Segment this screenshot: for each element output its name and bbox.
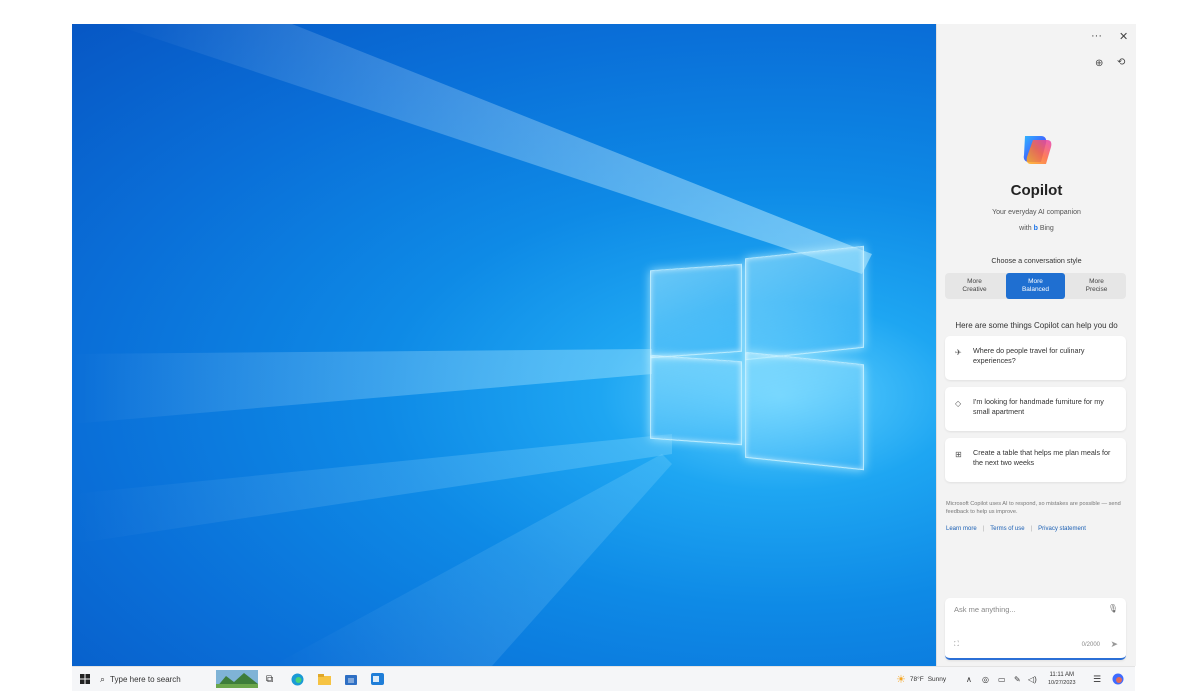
link-separator: | bbox=[982, 526, 985, 532]
terms-link[interactable]: Terms of use bbox=[990, 526, 1024, 532]
edge-logo bbox=[291, 673, 304, 685]
pen-icon[interactable]: ✎ bbox=[1014, 667, 1021, 691]
landscape-highlight-icon bbox=[216, 670, 258, 688]
help-heading: Here are some things Copilot can help yo… bbox=[955, 321, 1118, 330]
clock-date: 10/27/2023 bbox=[1048, 680, 1076, 686]
taskbar-search[interactable]: ⌕ Type here to search bbox=[100, 667, 210, 691]
sun-icon: ☀ bbox=[896, 673, 906, 686]
chevron-up-icon[interactable]: ∧ bbox=[966, 667, 972, 691]
volume-icon[interactable]: ◁) bbox=[1028, 667, 1037, 691]
table-icon: ⊞ bbox=[955, 450, 962, 459]
taskbar: ⌕ Type here to search ⧉ ☀ 78°F Sunny ∧ ◎… bbox=[72, 666, 1135, 691]
style-balanced-line2: Balanced bbox=[1021, 286, 1050, 293]
weather-temp: 78°F bbox=[909, 675, 924, 683]
suggestion-text: Where do people travel for culinary expe… bbox=[973, 346, 1085, 365]
copilot-logo-icon bbox=[1023, 136, 1052, 164]
suggestion-text: I'm looking for handmade furniture for m… bbox=[973, 397, 1104, 416]
style-balanced-button[interactable]: More Balanced bbox=[1006, 273, 1065, 299]
weather-widget[interactable]: ☀ 78°F Sunny bbox=[896, 667, 946, 691]
copilot-small-logo bbox=[1112, 673, 1124, 685]
chat-input-box[interactable]: Ask me anything... 🎙 ⛶ 0/2000 ➤ bbox=[945, 598, 1126, 660]
bing-label: Bing bbox=[1039, 225, 1054, 232]
send-icon[interactable]: ➤ bbox=[1110, 639, 1118, 650]
windows-logo-pane-tr bbox=[745, 245, 864, 361]
microphone-icon[interactable]: 🎙 bbox=[1108, 604, 1118, 613]
new-topic-icon[interactable]: ⊕ bbox=[1095, 58, 1103, 69]
copilot-tagline: Your everyday AI companion bbox=[992, 209, 1081, 216]
more-options-icon[interactable]: ··· bbox=[1091, 30, 1102, 42]
task-view-button[interactable]: ⧉ bbox=[266, 667, 273, 691]
with-bing-line: with b Bing bbox=[937, 225, 1136, 232]
char-count: 0/2000 bbox=[1081, 642, 1100, 648]
windows-logo-pane-tl bbox=[650, 263, 742, 359]
desktop-wallpaper[interactable] bbox=[72, 24, 936, 666]
style-precise-button[interactable]: More Precise bbox=[1067, 273, 1126, 299]
close-icon[interactable]: ✕ bbox=[1119, 30, 1128, 43]
suggestion-text: Create a table that helps me plan meals … bbox=[973, 448, 1111, 467]
chat-input-placeholder[interactable]: Ask me anything... bbox=[954, 605, 1016, 614]
notification-icon[interactable]: ☰ bbox=[1093, 667, 1101, 691]
tag-icon: ◇ bbox=[955, 399, 962, 408]
privacy-link[interactable]: Privacy statement bbox=[1038, 526, 1086, 532]
style-creative-line1: More bbox=[967, 278, 982, 285]
copilot-panel: ··· ✕ ⊕ ⟲ Copilot Your everyday AI compa… bbox=[936, 24, 1136, 666]
network-icon[interactable]: ◎ bbox=[982, 667, 989, 691]
search-highlight-image[interactable] bbox=[216, 667, 258, 691]
airplane-icon: ✈ bbox=[955, 348, 962, 357]
with-label: with bbox=[1019, 225, 1032, 232]
bing-icon: b bbox=[1033, 225, 1038, 232]
clock[interactable]: 11:11 AM 10/27/2023 bbox=[1048, 667, 1076, 691]
learn-more-link[interactable]: Learn more bbox=[946, 526, 977, 532]
style-creative-button[interactable]: More Creative bbox=[945, 273, 1004, 299]
copilot-taskbar-icon[interactable] bbox=[1112, 667, 1124, 691]
folder-shape bbox=[318, 673, 331, 685]
search-placeholder: Type here to search bbox=[110, 674, 181, 684]
style-balanced-line1: More bbox=[1028, 278, 1043, 285]
suggestion-card[interactable]: ⊞ Create a table that helps me plan meal… bbox=[945, 438, 1126, 482]
ai-disclaimer: Microsoft Copilot uses AI to respond, so… bbox=[946, 501, 1121, 515]
image-upload-icon[interactable]: ⛶ bbox=[954, 641, 959, 649]
style-creative-line2: Creative bbox=[962, 286, 987, 293]
edge-browser-icon[interactable] bbox=[291, 667, 304, 691]
history-icon[interactable]: ⟲ bbox=[1117, 57, 1125, 68]
style-heading: Choose a conversation style bbox=[991, 256, 1082, 265]
windows-logo-pane-br bbox=[745, 351, 864, 471]
style-precise-line2: Precise bbox=[1085, 286, 1108, 293]
store-icon[interactable] bbox=[345, 667, 357, 691]
battery-icon[interactable]: ▭ bbox=[998, 667, 1006, 691]
mail-app-shape bbox=[371, 673, 384, 685]
style-precise-line1: More bbox=[1089, 278, 1104, 285]
suggestion-card[interactable]: ✈ Where do people travel for culinary ex… bbox=[945, 336, 1126, 380]
copilot-title: Copilot bbox=[1010, 182, 1063, 199]
search-icon: ⌕ bbox=[100, 673, 106, 684]
windows-start-icon bbox=[80, 674, 90, 684]
start-button[interactable] bbox=[80, 667, 94, 691]
weather-desc: Sunny bbox=[927, 675, 947, 683]
windows-logo-pane-bl bbox=[650, 354, 742, 446]
suggestion-card[interactable]: ◇ I'm looking for handmade furniture for… bbox=[945, 387, 1126, 431]
link-separator: | bbox=[1030, 526, 1033, 532]
store-bag-shape bbox=[345, 675, 357, 685]
clock-time: 11:11 AM bbox=[1049, 672, 1074, 678]
outlook-icon[interactable] bbox=[371, 667, 384, 691]
footer-links: Learn more | Terms of use | Privacy stat… bbox=[946, 526, 1086, 532]
file-explorer-icon[interactable] bbox=[318, 667, 331, 691]
conversation-style-selector: More Creative More Balanced More Precise bbox=[945, 273, 1126, 299]
